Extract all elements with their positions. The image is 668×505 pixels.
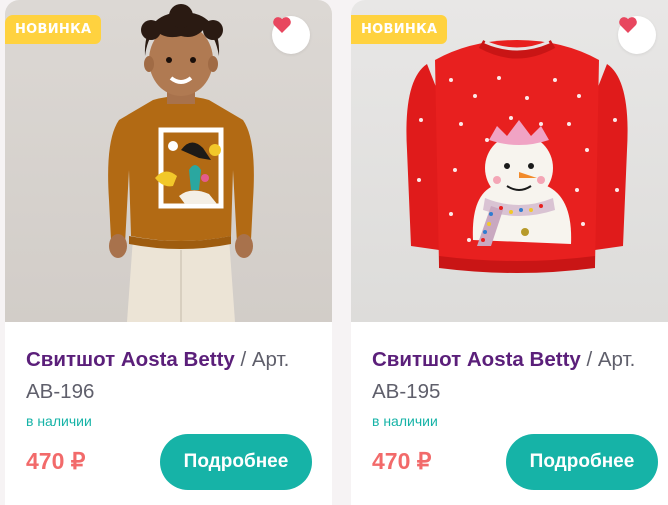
- favorite-button[interactable]: [618, 16, 656, 54]
- new-badge: НОВИНКА: [351, 15, 448, 44]
- product-price: 470 ₽: [372, 448, 432, 474]
- details-button[interactable]: Подробнее: [160, 434, 312, 490]
- stock-status: в наличии: [26, 413, 92, 429]
- sku-separator: / Арт.: [234, 348, 290, 371]
- product-name-link[interactable]: Свитшот Aosta Betty: [26, 348, 235, 371]
- product-price: 470 ₽: [26, 448, 86, 474]
- product-name-link[interactable]: Свитшот Aosta Betty: [372, 348, 581, 371]
- details-button[interactable]: Подробнее: [506, 434, 658, 490]
- heart-icon: [273, 17, 291, 33]
- stock-status: в наличии: [372, 413, 438, 429]
- new-badge: НОВИНКА: [5, 15, 102, 44]
- product-sku: AB-196: [26, 380, 95, 403]
- product-photo[interactable]: НОВИНКА: [351, 0, 668, 322]
- product-title: Свитшот Aosta Betty / Арт. AB-196: [26, 344, 316, 408]
- product-photo[interactable]: НОВИНКА: [5, 0, 332, 322]
- product-card: НОВИНКА Свитшот Aosta Betty / Арт. AB-19…: [5, 0, 332, 505]
- product-grid: НОВИНКА Свитшот Aosta Betty / Арт. AB-19…: [0, 0, 668, 505]
- sku-separator: / Арт.: [580, 348, 636, 371]
- favorite-button[interactable]: [272, 16, 310, 54]
- heart-icon: [619, 17, 637, 33]
- product-title: Свитшот Aosta Betty / Арт. AB-195: [372, 344, 662, 408]
- snowman-sweatshirt-illustration: [406, 40, 628, 273]
- product-sku: AB-195: [372, 380, 441, 403]
- product-card: НОВИНКА Свитшот Aosta Betty / Арт. AB-19…: [351, 0, 668, 505]
